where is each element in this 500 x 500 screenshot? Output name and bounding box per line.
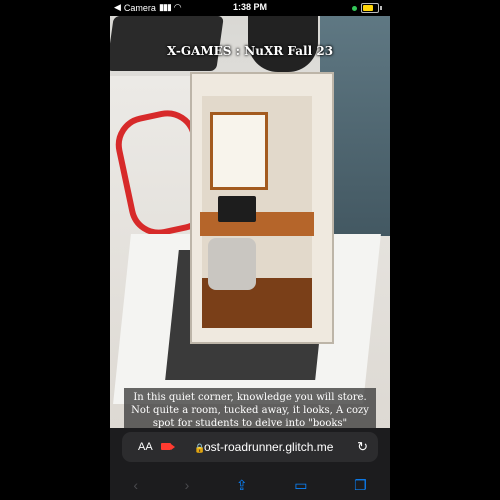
tabs-icon[interactable]: ❐ bbox=[354, 477, 367, 494]
book-icon[interactable]: ▭ bbox=[294, 477, 307, 494]
battery-cap bbox=[380, 6, 382, 10]
chair-model bbox=[208, 238, 256, 290]
chevron-right-icon[interactable]: › bbox=[185, 477, 190, 493]
mic-indicator-icon bbox=[352, 5, 357, 11]
camera-recording-icon[interactable] bbox=[161, 443, 175, 450]
wall-poster bbox=[210, 112, 268, 190]
reload-icon[interactable]: ↻ bbox=[357, 439, 368, 455]
text-size-button[interactable]: AA bbox=[138, 441, 153, 453]
status-right bbox=[352, 3, 382, 13]
battery-icon bbox=[361, 3, 379, 13]
laptop-model bbox=[218, 196, 256, 222]
chevron-left-icon[interactable]: ‹ bbox=[133, 477, 138, 493]
scene-caption: In this quiet corner, knowledge you will… bbox=[124, 388, 376, 428]
address-bar[interactable]: AA 🔒 ost-roadrunner.glitch.me ↻ bbox=[122, 432, 378, 462]
status-time: 1:38 PM bbox=[232, 2, 267, 12]
scene-title: X-GAMES : NuXR Fall 23 bbox=[166, 44, 334, 58]
url-text[interactable]: ost-roadrunner.glitch.me bbox=[204, 440, 333, 454]
share-icon[interactable]: ⇪ bbox=[236, 477, 248, 494]
phone-screen: ◀ Camera ▮▮▮ ◠ 1:38 PM X-GAMES : NuXR Fa… bbox=[110, 0, 390, 500]
status-bar: ◀ Camera ▮▮▮ ◠ 1:38 PM bbox=[110, 0, 390, 16]
safari-chrome: AA 🔒 ost-roadrunner.glitch.me ↻ ‹ › ⇪ ▭ … bbox=[110, 428, 390, 500]
bottom-toolbar: ‹ › ⇪ ▭ ❐ bbox=[110, 472, 390, 498]
camera-scene[interactable]: X-GAMES : NuXR Fall 23 In this quiet cor… bbox=[110, 16, 390, 428]
